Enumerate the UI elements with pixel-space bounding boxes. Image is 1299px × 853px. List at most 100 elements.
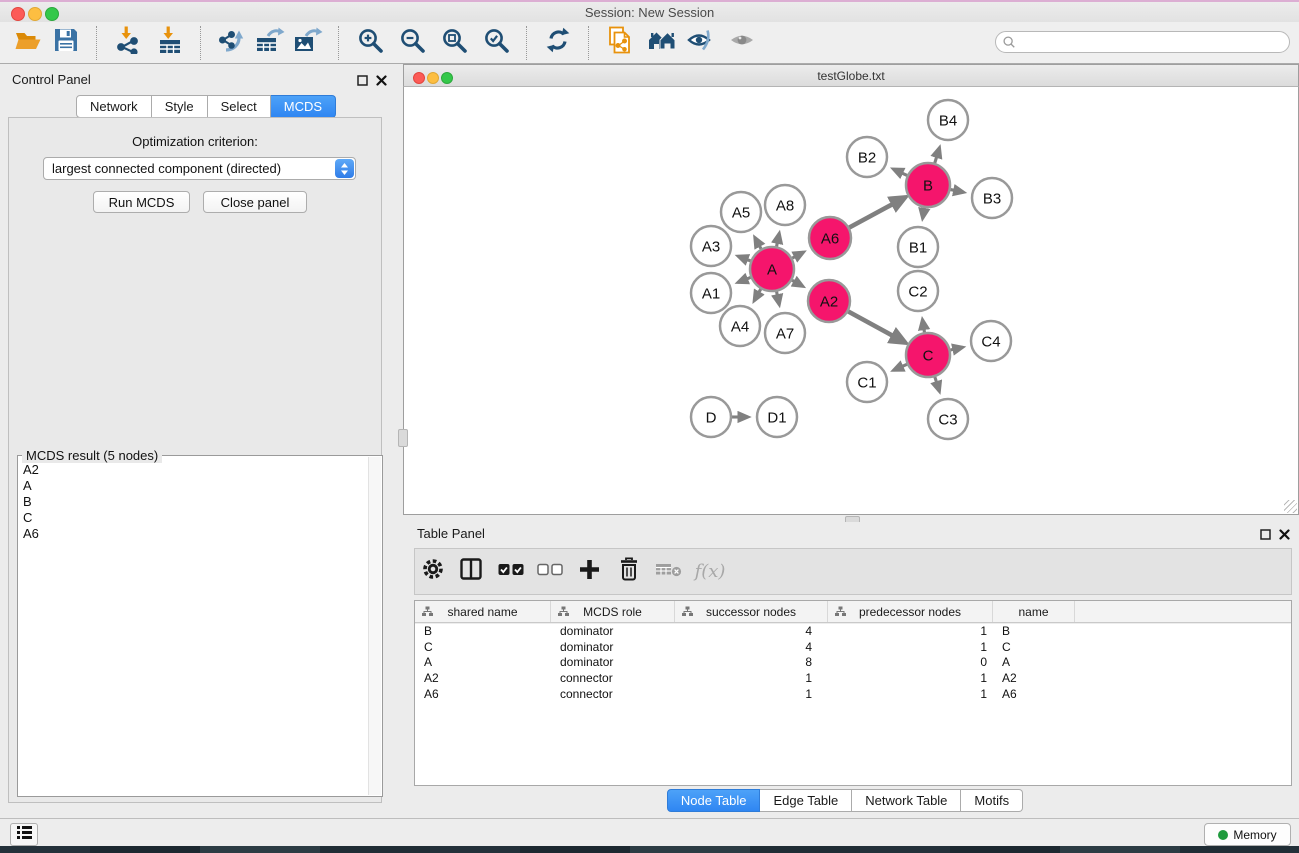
- home-button[interactable]: [646, 27, 678, 59]
- close-panel-icon[interactable]: [1277, 527, 1291, 541]
- float-panel-icon[interactable]: [355, 73, 369, 87]
- table-row[interactable]: Cdominator41C: [415, 639, 1291, 655]
- mcds-result-item[interactable]: C: [20, 510, 368, 526]
- zoom-fit-button[interactable]: [438, 27, 470, 59]
- memory-button[interactable]: Memory: [1204, 823, 1291, 846]
- tab-network-table[interactable]: Network Table: [852, 789, 961, 812]
- graph-node-A1[interactable]: A1: [691, 273, 731, 313]
- criterion-dropdown[interactable]: largest connected component (directed): [43, 157, 356, 180]
- mcds-result-item[interactable]: A: [20, 478, 368, 494]
- mcds-result-item[interactable]: A6: [20, 526, 368, 542]
- graph-node-C1[interactable]: C1: [847, 362, 887, 402]
- graph-node-D[interactable]: D: [691, 397, 731, 437]
- graph-edge-A-A5[interactable]: [755, 237, 761, 248]
- mcds-result-item[interactable]: B: [20, 494, 368, 510]
- open-session-button[interactable]: [12, 27, 44, 59]
- column-header-MCDS-role[interactable]: MCDS role: [551, 601, 675, 622]
- table-row[interactable]: A2connector11A2: [415, 670, 1291, 686]
- graph-edge-A-A4[interactable]: [754, 289, 761, 301]
- window-resize-grip[interactable]: [1284, 500, 1297, 513]
- graph-node-A2[interactable]: A2: [808, 280, 850, 322]
- graph-edge-C-C1[interactable]: [894, 364, 907, 370]
- column-header-successor-nodes[interactable]: successor nodes: [675, 601, 828, 622]
- graph-node-A3[interactable]: A3: [691, 226, 731, 266]
- global-search-field[interactable]: [995, 31, 1290, 53]
- graph-edge-A-A6[interactable]: [792, 252, 803, 258]
- hide-panel-button[interactable]: [684, 27, 716, 59]
- graph-edge-A-A3[interactable]: [738, 256, 750, 261]
- close-panel-icon[interactable]: [374, 73, 388, 87]
- import-network-button[interactable]: [112, 27, 144, 59]
- graph-edge-B-B2[interactable]: [893, 169, 907, 175]
- graph-edge-B-B3[interactable]: [951, 190, 964, 193]
- tab-motifs[interactable]: Motifs: [961, 789, 1023, 812]
- graph-edge-A-A7[interactable]: [777, 292, 780, 305]
- graph-edge-B-B4[interactable]: [935, 148, 940, 163]
- graph-node-C3[interactable]: C3: [928, 399, 968, 439]
- graph-node-A6[interactable]: A6: [809, 217, 851, 259]
- show-panel-button[interactable]: [726, 27, 758, 59]
- table-row[interactable]: Adominator80A: [415, 655, 1291, 671]
- network-graph[interactable]: AA1A2A3A4A5A6A7A8BB1B2B3B4CC1C2C3C4DD1: [404, 87, 1298, 513]
- graph-node-C2[interactable]: C2: [898, 271, 938, 311]
- graph-node-B3[interactable]: B3: [972, 178, 1012, 218]
- table-options-button[interactable]: [415, 556, 451, 588]
- graph-node-A4[interactable]: A4: [720, 306, 760, 346]
- apply-layout-button[interactable]: [542, 27, 574, 59]
- column-header-name[interactable]: name: [993, 601, 1075, 622]
- vertical-split-handle[interactable]: [398, 429, 408, 447]
- network-canvas[interactable]: AA1A2A3A4A5A6A7A8BB1B2B3B4CC1C2C3C4DD1: [403, 87, 1299, 515]
- graph-edge-A-A8[interactable]: [777, 233, 780, 246]
- network-window-titlebar[interactable]: testGlobe.txt: [403, 64, 1299, 87]
- import-table-button[interactable]: [154, 27, 186, 59]
- graph-node-C[interactable]: C: [906, 333, 950, 377]
- run-mcds-button[interactable]: Run MCDS: [93, 191, 190, 213]
- graph-edge-A-A1[interactable]: [738, 277, 751, 282]
- table-row[interactable]: Bdominator41B: [415, 623, 1291, 639]
- tab-node-table[interactable]: Node Table: [667, 789, 761, 812]
- show-columns-button[interactable]: [451, 556, 491, 588]
- graph-node-A7[interactable]: A7: [765, 313, 805, 353]
- graph-node-A[interactable]: A: [750, 247, 794, 291]
- select-all-columns-button[interactable]: [491, 556, 531, 588]
- column-header-shared-name[interactable]: shared name: [415, 601, 551, 622]
- float-panel-icon[interactable]: [1258, 527, 1272, 541]
- graph-node-B2[interactable]: B2: [847, 137, 887, 177]
- graph-edge-A6-B[interactable]: [849, 197, 905, 227]
- graph-node-B4[interactable]: B4: [928, 100, 968, 140]
- graph-node-A8[interactable]: A8: [765, 185, 805, 225]
- tab-style[interactable]: Style: [152, 95, 208, 118]
- deselect-all-columns-button[interactable]: [531, 556, 569, 588]
- zoom-in-button[interactable]: [354, 27, 386, 59]
- close-panel-button[interactable]: Close panel: [203, 191, 307, 213]
- graph-node-B[interactable]: B: [906, 163, 950, 207]
- graph-node-C4[interactable]: C4: [971, 321, 1011, 361]
- network-from-document-button[interactable]: [604, 27, 636, 59]
- tab-edge-table[interactable]: Edge Table: [760, 789, 852, 812]
- export-table-button[interactable]: [254, 27, 286, 59]
- graph-node-B1[interactable]: B1: [898, 227, 938, 267]
- mcds-list-scrollbar[interactable]: [368, 457, 381, 795]
- zoom-out-button[interactable]: [396, 27, 428, 59]
- delete-table-button[interactable]: [649, 556, 687, 588]
- mcds-result-item[interactable]: A2: [20, 462, 368, 478]
- function-builder-button[interactable]: f(x): [687, 556, 733, 588]
- column-header-predecessor-nodes[interactable]: predecessor nodes: [828, 601, 993, 622]
- search-input[interactable]: [1016, 32, 1289, 52]
- graph-edge-A-A2[interactable]: [792, 280, 803, 286]
- tab-network[interactable]: Network: [76, 95, 152, 118]
- tab-mcds[interactable]: MCDS: [271, 95, 336, 118]
- graph-edge-B-B1[interactable]: [923, 208, 925, 219]
- task-history-button[interactable]: [10, 823, 38, 846]
- add-column-button[interactable]: [569, 556, 609, 588]
- delete-column-button[interactable]: [609, 556, 649, 588]
- export-image-button[interactable]: [292, 27, 324, 59]
- export-network-button[interactable]: [216, 27, 248, 59]
- graph-node-D1[interactable]: D1: [757, 397, 797, 437]
- graph-edge-C-C4[interactable]: [950, 347, 962, 350]
- graph-edge-C-C3[interactable]: [935, 377, 939, 391]
- save-session-button[interactable]: [50, 27, 82, 59]
- tab-select[interactable]: Select: [208, 95, 271, 118]
- graph-edge-C-C2[interactable]: [922, 320, 924, 333]
- table-row[interactable]: A6connector11A6: [415, 686, 1291, 702]
